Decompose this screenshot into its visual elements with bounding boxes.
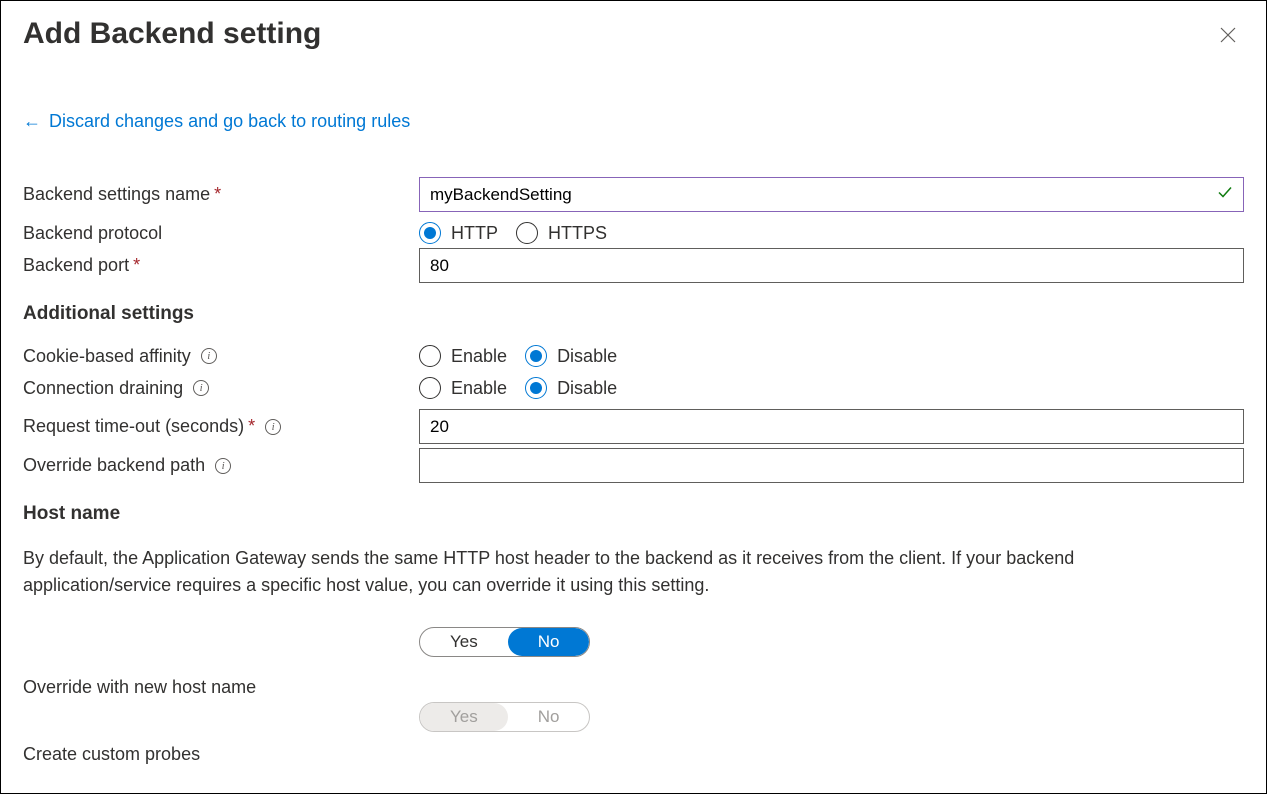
section-additional-settings: Additional settings: [23, 303, 1244, 325]
hostname-description: By default, the Application Gateway send…: [23, 545, 1163, 599]
row-backend-protocol: Backend protocol HTTP HTTPS: [23, 222, 1244, 244]
radio-circle-icon: [419, 345, 441, 367]
row-override-hostname-label: Override with new host name: [23, 677, 1244, 698]
label-cookie-affinity: Cookie-based affinity i: [23, 346, 419, 367]
backend-name-input[interactable]: [419, 177, 1244, 212]
radio-cookie-disable[interactable]: Disable: [525, 345, 617, 367]
row-backend-name: Backend settings name *: [23, 177, 1244, 212]
radio-circle-icon: [516, 222, 538, 244]
required-marker: *: [248, 416, 255, 437]
info-icon[interactable]: i: [193, 380, 209, 396]
radio-circle-icon: [525, 377, 547, 399]
toggle-yes-disabled: Yes: [420, 703, 508, 731]
discard-link-text: Discard changes and go back to routing r…: [49, 111, 410, 132]
radio-circle-icon: [419, 377, 441, 399]
discard-link[interactable]: ← Discard changes and go back to routing…: [23, 111, 410, 132]
radio-draining-disable[interactable]: Disable: [525, 377, 617, 399]
row-override-path: Override backend path i: [23, 448, 1244, 483]
row-create-probes-label: Create custom probes: [23, 744, 1244, 765]
radio-cookie-enable[interactable]: Enable: [419, 345, 507, 367]
arrow-left-icon: ←: [23, 111, 41, 132]
row-cookie-affinity: Cookie-based affinity i Enable Disable: [23, 345, 1244, 367]
radio-draining-enable[interactable]: Enable: [419, 377, 507, 399]
override-path-input[interactable]: [419, 448, 1244, 483]
required-marker: *: [133, 255, 140, 276]
section-host-name: Host name: [23, 503, 1244, 525]
close-button[interactable]: [1212, 19, 1244, 56]
label-create-probes: Create custom probes: [23, 744, 419, 765]
label-backend-protocol: Backend protocol: [23, 223, 419, 244]
label-backend-port: Backend port *: [23, 255, 419, 276]
label-override-hostname: Override with new host name: [23, 677, 419, 698]
label-backend-name: Backend settings name *: [23, 184, 419, 205]
row-connection-draining: Connection draining i Enable Disable: [23, 377, 1244, 399]
page-title: Add Backend setting: [23, 17, 321, 51]
toggle-no-disabled: No: [508, 703, 590, 731]
protocol-radio-group: HTTP HTTPS: [419, 222, 607, 244]
cookie-affinity-radio-group: Enable Disable: [419, 345, 617, 367]
label-override-path: Override backend path i: [23, 455, 419, 476]
row-override-toggle: Yes No: [23, 627, 1244, 657]
radio-circle-icon: [419, 222, 441, 244]
row-request-timeout: Request time-out (seconds) * i: [23, 409, 1244, 444]
required-marker: *: [214, 184, 221, 205]
backend-port-input[interactable]: [419, 248, 1244, 283]
add-backend-setting-panel: Add Backend setting ← Discard changes an…: [0, 0, 1267, 794]
override-hostname-toggle[interactable]: Yes No: [419, 627, 590, 657]
row-backend-port: Backend port *: [23, 248, 1244, 283]
info-icon[interactable]: i: [265, 419, 281, 435]
toggle-yes[interactable]: Yes: [420, 628, 508, 656]
radio-https[interactable]: HTTPS: [516, 222, 607, 244]
info-icon[interactable]: i: [201, 348, 217, 364]
radio-circle-icon: [525, 345, 547, 367]
connection-draining-radio-group: Enable Disable: [419, 377, 617, 399]
header-row: Add Backend setting: [23, 13, 1244, 111]
toggle-no[interactable]: No: [508, 628, 590, 656]
radio-http[interactable]: HTTP: [419, 222, 498, 244]
label-request-timeout: Request time-out (seconds) * i: [23, 416, 419, 437]
close-icon: [1220, 27, 1236, 43]
request-timeout-input[interactable]: [419, 409, 1244, 444]
info-icon[interactable]: i: [215, 458, 231, 474]
label-connection-draining: Connection draining i: [23, 378, 419, 399]
row-custom-probes-toggle: Yes No: [23, 702, 1244, 732]
custom-probes-toggle: Yes No: [419, 702, 590, 732]
